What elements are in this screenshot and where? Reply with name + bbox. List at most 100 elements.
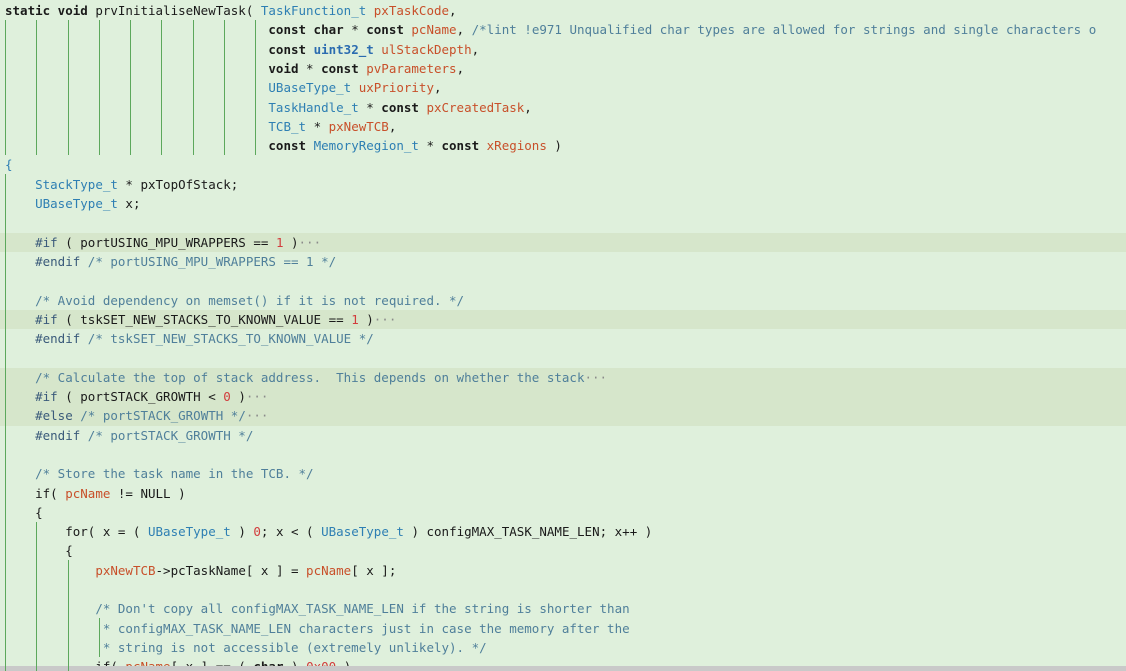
fold-ellipsis[interactable]: ··· [584, 370, 607, 385]
code-line[interactable]: /* Avoid dependency on memset() if it is… [0, 291, 1126, 310]
folded-code-line[interactable]: /* Calculate the top of stack address. T… [0, 367, 1126, 387]
code-line[interactable]: const MemoryRegion_t * const xRegions ) [0, 136, 1126, 155]
code-token: [ x ]; [351, 562, 397, 578]
code-line[interactable] [0, 580, 1126, 599]
fold-ellipsis[interactable]: ··· [299, 235, 322, 250]
indent-guide [68, 20, 69, 155]
code-token: ) configMAX_TASK_NAME_LEN; x++ ) [403, 524, 653, 540]
code-line[interactable]: { [0, 155, 1126, 174]
code-token: * [343, 22, 367, 38]
indent-guide [255, 20, 256, 155]
code-token: #if [35, 389, 58, 404]
code-line[interactable]: void * const pvParameters, [0, 59, 1126, 78]
code-token: ( tskSET_NEW_STACKS_TO_KNOWN_VALUE == [57, 311, 352, 327]
code-token: #if [35, 234, 58, 250]
code-token: pxTaskCode [373, 3, 450, 18]
fold-ellipsis[interactable]: ··· [246, 389, 269, 404]
code-line[interactable]: UBaseType_t x; [0, 194, 1126, 213]
code-line[interactable]: UBaseType_t uxPriority, [0, 78, 1126, 97]
folded-code-line[interactable]: #if ( tskSET_NEW_STACKS_TO_KNOWN_VALUE =… [0, 309, 1126, 330]
code-line[interactable]: if( pcName != NULL ) [0, 484, 1126, 503]
code-line[interactable]: const uint32_t ulStackDepth, [0, 40, 1126, 59]
code-token: for( x = ( [5, 524, 148, 540]
indent-guide [224, 20, 225, 155]
code-token: static void [5, 3, 96, 18]
code-token: const [268, 138, 314, 154]
code-token: pcName [411, 22, 457, 38]
code-token: /* Calculate the top of stack address. T… [35, 369, 585, 385]
code-token: /* tskSET_NEW_STACKS_TO_KNOWN_VALUE */ [87, 331, 374, 347]
code-line[interactable]: #endif /* tskSET_NEW_STACKS_TO_KNOWN_VAL… [0, 329, 1126, 348]
code-token: ) [230, 389, 246, 404]
code-line[interactable]: #endif /* portUSING_MPU_WRAPPERS == 1 */ [0, 252, 1126, 271]
code-line[interactable]: for( x = ( UBaseType_t ) 0; x < ( UBaseT… [0, 522, 1126, 541]
fold-ellipsis[interactable]: ··· [246, 408, 269, 423]
code-editor[interactable]: if( pcName[ x ] == ( char ) 0x00 ) * str… [0, 0, 1126, 671]
code-line[interactable]: const char * const pcName, /*lint !e971 … [0, 20, 1126, 39]
code-line[interactable]: /* Don't copy all configMAX_TASK_NAME_LE… [0, 599, 1126, 618]
code-token: ; x < ( [260, 524, 322, 540]
code-line[interactable] [0, 213, 1126, 232]
code-line[interactable]: /* Store the task name in the TCB. */ [0, 464, 1126, 483]
code-token: #endif [35, 253, 81, 269]
code-line[interactable] [0, 445, 1126, 464]
code-token: #if [35, 311, 58, 327]
code-token: * [418, 138, 442, 154]
code-line[interactable]: { [0, 503, 1126, 522]
code-token: const [268, 41, 314, 57]
code-token: /* Avoid dependency on memset() if it is… [35, 292, 465, 308]
code-line[interactable]: TaskHandle_t * const pxCreatedTask, [0, 98, 1126, 117]
code-token: ( [245, 3, 261, 18]
code-line[interactable]: #endif /* portSTACK_GROWTH */ [0, 426, 1126, 445]
code-line[interactable] [0, 271, 1126, 290]
indent-guide [161, 20, 162, 155]
code-token: ) [358, 311, 374, 327]
code-line[interactable]: * configMAX_TASK_NAME_LEN characters jus… [0, 619, 1126, 638]
code-line[interactable]: { [0, 541, 1126, 560]
code-token: const [366, 22, 412, 38]
code-token: , [449, 3, 457, 18]
code-token: pxNewTCB [95, 562, 156, 578]
code-token: pxNewTCB [328, 118, 389, 134]
code-token: TaskHandle_t [268, 99, 359, 115]
code-token: if( [5, 485, 66, 501]
code-token: , [456, 22, 472, 38]
code-token: UBaseType_t [321, 524, 404, 540]
code-line[interactable] [0, 348, 1126, 367]
indent-guide [68, 560, 69, 671]
code-line[interactable]: TCB_t * pxNewTCB, [0, 117, 1126, 136]
code-token: TCB_t [268, 118, 307, 134]
code-token: MemoryRegion_t [313, 138, 419, 154]
code-token: prvInitialiseNewTask [95, 3, 246, 18]
code-token: * [358, 99, 382, 115]
code-token: ( portUSING_MPU_WRAPPERS == [57, 234, 276, 250]
code-token: UBaseType_t [148, 524, 231, 540]
horizontal-scrollbar[interactable] [0, 666, 1126, 671]
code-token: #else [35, 408, 73, 424]
code-line[interactable]: static void prvInitialiseNewTask( TaskFu… [0, 1, 1126, 20]
folded-code-line[interactable]: #if ( portUSING_MPU_WRAPPERS == 1 )··· [0, 232, 1126, 252]
code-token: * [298, 60, 322, 76]
folded-code-line[interactable]: #else /* portSTACK_GROWTH */··· [0, 406, 1126, 426]
code-token: StackType_t [35, 176, 118, 192]
code-token: pxCreatedTask [426, 99, 525, 115]
code-line[interactable]: pxNewTCB->pcTaskName[ x ] = pcName[ x ]; [0, 561, 1126, 580]
code-line[interactable]: StackType_t * pxTopOfStack; [0, 175, 1126, 194]
code-token: uint32_t [313, 41, 382, 57]
indent-guide [5, 20, 6, 155]
folded-code-line[interactable]: #if ( portSTACK_GROWTH < 0 )··· [0, 387, 1126, 407]
code-line[interactable]: * string is not accessible (extremely un… [0, 638, 1126, 657]
fold-ellipsis[interactable]: ··· [374, 312, 397, 327]
code-token: * configMAX_TASK_NAME_LEN characters jus… [95, 620, 630, 636]
